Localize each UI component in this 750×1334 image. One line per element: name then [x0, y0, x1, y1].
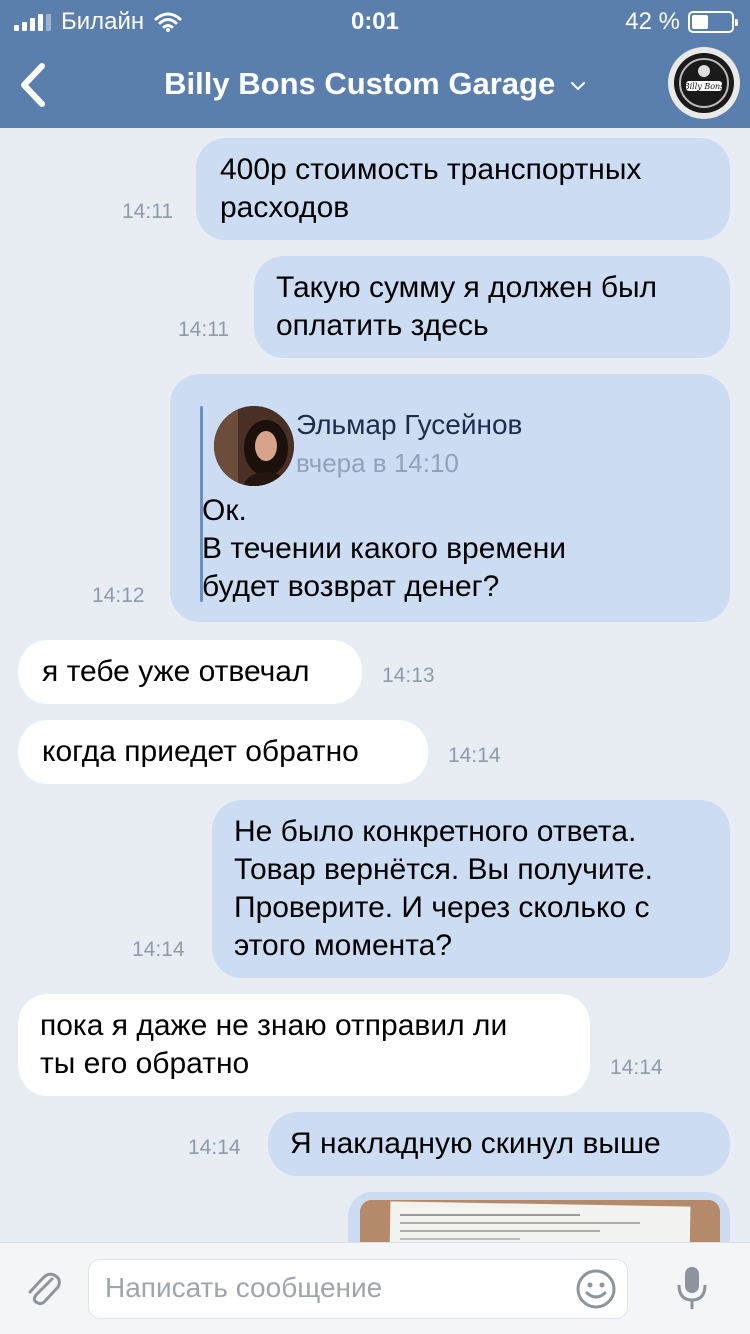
- message-input-placeholder: Написать сообщение: [105, 1272, 383, 1303]
- message-bubble-incoming[interactable]: пока я даже не знаю отправил ли ты его о…: [18, 994, 590, 1096]
- message-bubble-incoming[interactable]: я тебе уже отвечал: [18, 640, 362, 704]
- chevron-down-icon: [570, 81, 585, 91]
- message-bubble-outgoing[interactable]: 400р стоимость транспортных расходов: [196, 138, 730, 240]
- voice-button[interactable]: [672, 1263, 712, 1315]
- chat-avatar[interactable]: Billy Bons: [668, 47, 740, 119]
- message-text: Я накладную скинул выше: [290, 1127, 661, 1160]
- message-bubble-outgoing[interactable]: Не было конкретного ответа. Товар вернёт…: [212, 800, 730, 978]
- avatar-photo-icon: [214, 406, 294, 486]
- forwarded-author-avatar[interactable]: [214, 406, 294, 486]
- forwarded-date: вчера в 14:10: [296, 448, 459, 478]
- chat-title: Billy Bons Custom Garage: [164, 66, 556, 101]
- microphone-icon: [677, 1267, 707, 1309]
- message-text: когда приедет обратно: [42, 735, 359, 768]
- message-bubble-outgoing[interactable]: Такую сумму я должен был оплатить здесь: [254, 256, 730, 358]
- message-bubble-forwarded[interactable]: Эльмар Гусейнов вчера в 14:10 Ок. В тече…: [170, 374, 730, 622]
- status-bar: Билайн 0:01 42 %: [0, 0, 750, 40]
- message-text: 400р стоимость транспортных расходов: [220, 153, 642, 224]
- chat-title-button[interactable]: Billy Bons Custom Garage: [0, 66, 750, 102]
- message-time: 14:12: [92, 584, 145, 607]
- message-text: пока я даже не знаю отправил ли ты его о…: [40, 1009, 508, 1080]
- message-text: Не было конкретного ответа. Товар вернёт…: [234, 815, 654, 962]
- message-time: 14:11: [122, 200, 173, 223]
- nav-header: Билайн 0:01 42 % Billy Bons Custom Garag…: [0, 0, 750, 128]
- message-time: 14:14: [610, 1056, 663, 1079]
- forwarded-author-name[interactable]: Эльмар Гусейнов: [296, 406, 522, 444]
- message-bubble-outgoing[interactable]: Я накладную скинул выше: [268, 1112, 730, 1176]
- battery-fill: [692, 15, 708, 29]
- message-time: 14:14: [132, 938, 185, 961]
- garage-logo-icon: Billy Bons: [674, 53, 734, 113]
- emoji-button[interactable]: [575, 1268, 617, 1310]
- message-input[interactable]: Написать сообщение: [88, 1259, 628, 1319]
- attach-button[interactable]: [22, 1267, 66, 1311]
- message-text: Такую сумму я должен был оплатить здесь: [276, 271, 658, 342]
- battery-percent: 42 %: [625, 8, 680, 35]
- message-text: я тебе уже отвечал: [42, 655, 310, 688]
- svg-text:Billy Bons: Billy Bons: [683, 82, 725, 91]
- emoji-icon: [576, 1269, 616, 1309]
- message-time: 14:13: [382, 664, 435, 687]
- paperclip-icon: [28, 1272, 61, 1306]
- message-bubble-incoming[interactable]: когда приедет обратно: [18, 720, 428, 784]
- message-time: 14:11: [178, 318, 229, 341]
- battery-icon: [688, 11, 738, 33]
- compose-bar: Написать сообщение: [0, 1242, 750, 1334]
- message-time: 14:14: [188, 1136, 241, 1159]
- message-time: 14:14: [448, 744, 501, 767]
- forwarded-text: Ок. В течении какого времени будет возвр…: [202, 494, 567, 603]
